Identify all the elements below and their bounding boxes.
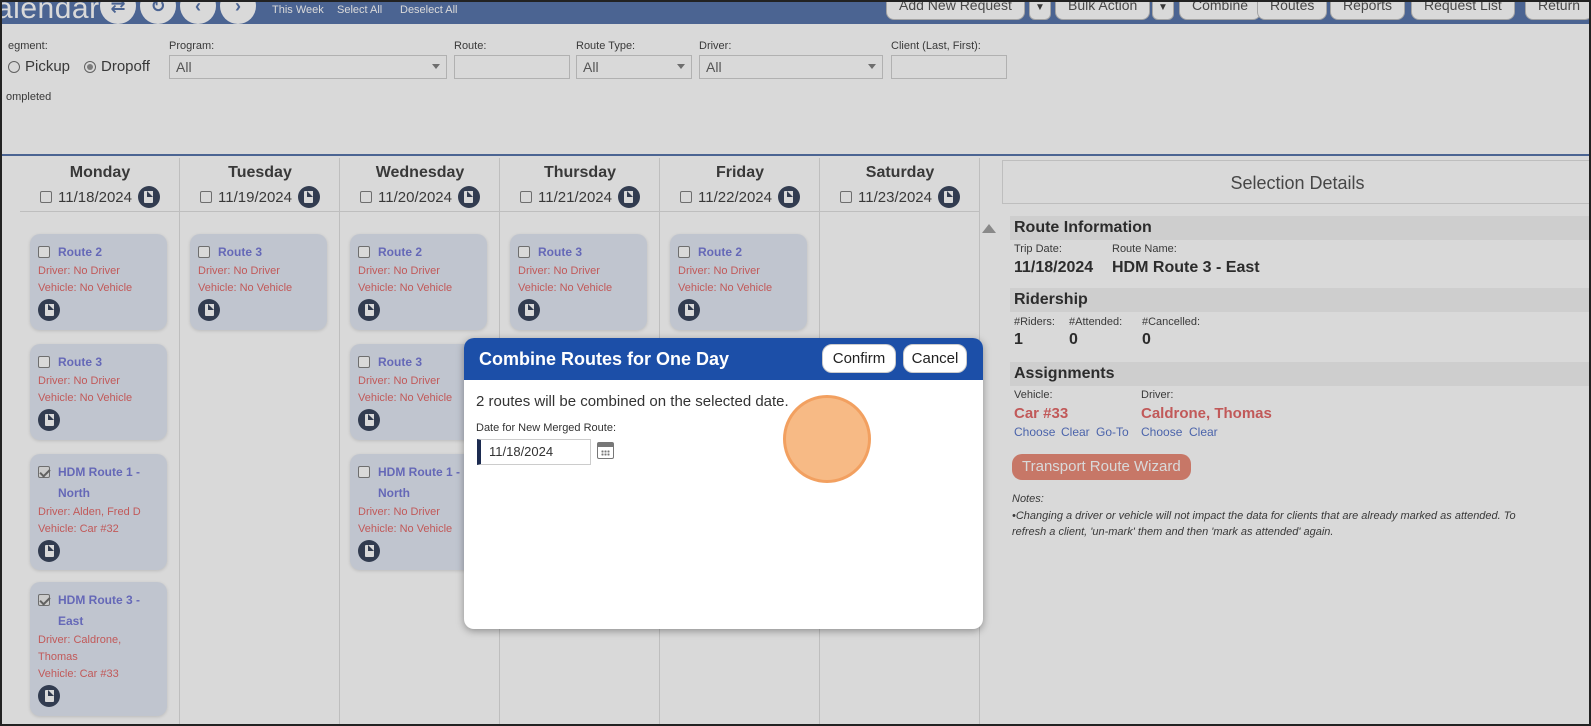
merged-date-input[interactable]: 11/18/2024 [477, 439, 591, 465]
app-window: alendar ⇄ ↻ ‹ › This Week Select All Des… [0, 0, 1591, 726]
cursor-highlight [783, 395, 871, 483]
dialog-title: Combine Routes for One Day [479, 349, 730, 369]
dialog-header: Combine Routes for One Day Confirm Cance… [464, 338, 983, 380]
cancel-button[interactable]: Cancel [903, 344, 967, 373]
calendar-icon[interactable] [597, 442, 614, 459]
merged-date-label: Date for New Merged Route: [476, 422, 617, 434]
confirm-button[interactable]: Confirm [822, 344, 896, 373]
combine-routes-dialog: Combine Routes for One Day Confirm Cance… [464, 338, 983, 629]
dialog-message: 2 routes will be combined on the selecte… [476, 393, 789, 410]
